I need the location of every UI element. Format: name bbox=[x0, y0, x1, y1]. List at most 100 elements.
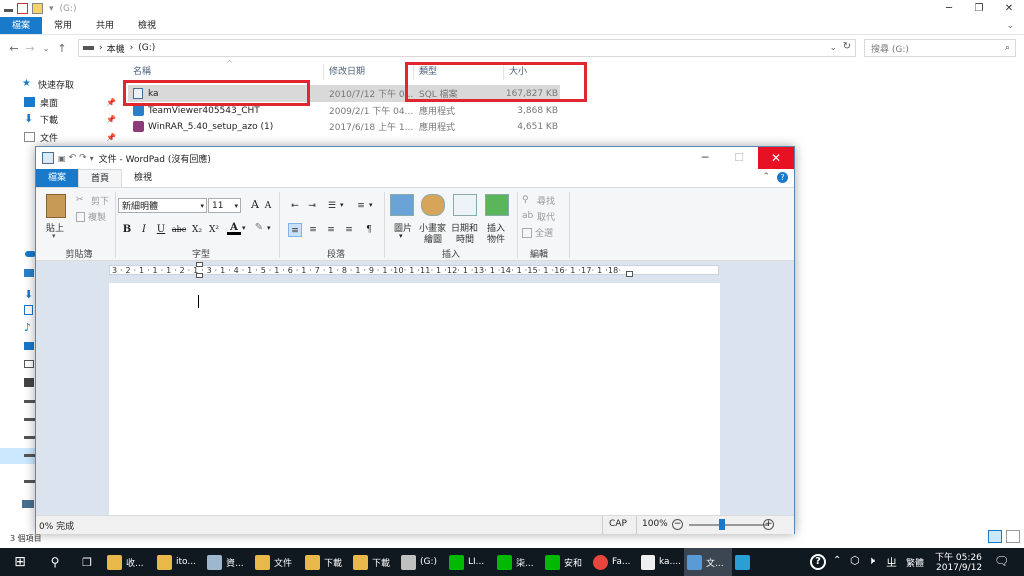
bullets-icon[interactable]: ☰ bbox=[325, 199, 339, 213]
select-all-button[interactable]: 全選 bbox=[522, 226, 553, 239]
search-icon[interactable]: ⌕ bbox=[1005, 43, 1010, 53]
cut-button[interactable]: ✂ 剪下 bbox=[76, 194, 109, 208]
tiles-view-icon[interactable] bbox=[1006, 530, 1020, 543]
network-icon[interactable] bbox=[22, 500, 34, 508]
pin-icon[interactable]: 📌 bbox=[106, 98, 116, 107]
breadcrumb-drive[interactable]: (G:) bbox=[138, 43, 155, 53]
strikethrough-icon[interactable]: abc bbox=[171, 223, 187, 237]
align-right-icon[interactable]: ≡ bbox=[324, 223, 338, 237]
justify-icon[interactable]: ≡ bbox=[342, 223, 356, 237]
document-page[interactable] bbox=[109, 283, 720, 515]
taskbar-item[interactable]: LI... bbox=[446, 548, 494, 576]
chevron-down-icon[interactable]: ▾ bbox=[49, 4, 54, 14]
help-icon[interactable]: ? bbox=[777, 172, 788, 183]
column-name[interactable]: 名稱 bbox=[133, 64, 151, 80]
task-view-icon[interactable]: ❐ bbox=[70, 548, 104, 576]
ribbon-expand-icon[interactable]: ⌄ bbox=[1006, 17, 1014, 35]
search-input[interactable]: 搜尋 (G:) ⌕ bbox=[864, 39, 1016, 57]
video-icon[interactable] bbox=[24, 378, 34, 387]
pc-icon[interactable] bbox=[24, 269, 34, 277]
taskbar-item[interactable]: 下載 bbox=[350, 548, 398, 576]
font-size-select[interactable]: 11 ▾ bbox=[208, 198, 241, 213]
documents-icon[interactable] bbox=[24, 305, 33, 315]
paint-icon[interactable] bbox=[421, 194, 445, 216]
ime-indicator[interactable]: 繁體 bbox=[906, 556, 924, 569]
superscript-icon[interactable]: X² bbox=[207, 223, 221, 237]
underline-icon[interactable]: U bbox=[154, 223, 168, 237]
redo-icon[interactable]: ↷ bbox=[79, 153, 87, 163]
chevron-down-icon[interactable]: ▾ bbox=[369, 201, 373, 209]
chevron-down-icon[interactable]: ▾ bbox=[340, 201, 344, 209]
column-divider[interactable] bbox=[323, 64, 324, 80]
restore-button[interactable]: ❐ bbox=[964, 0, 994, 17]
text-color-icon[interactable]: A bbox=[227, 221, 241, 235]
italic-icon[interactable]: I bbox=[137, 223, 151, 237]
sidebar-item-documents[interactable]: 文件 📌 bbox=[24, 129, 116, 145]
indent-marker[interactable] bbox=[196, 262, 203, 267]
paste-chevron-icon[interactable]: ▾ bbox=[52, 232, 56, 240]
drive-icon[interactable] bbox=[24, 480, 35, 483]
drive-icon[interactable] bbox=[24, 436, 35, 439]
network-icon[interactable]: ⬡ bbox=[850, 554, 860, 567]
taskbar-item[interactable]: 收... bbox=[104, 548, 154, 576]
right-indent-marker[interactable] bbox=[626, 271, 633, 277]
taskbar-item[interactable]: ito... bbox=[154, 548, 204, 576]
chevron-down-icon[interactable]: ▾ bbox=[242, 224, 246, 232]
sidebar-item-quick-access[interactable]: ★ 快速存取 bbox=[22, 76, 74, 92]
tab-view[interactable]: 檢視 bbox=[122, 169, 164, 187]
taskbar-item[interactable]: ka.... bbox=[638, 548, 684, 576]
highlight-color-icon[interactable]: ✎ bbox=[252, 221, 266, 235]
taskbar-item-wordpad[interactable]: 文... bbox=[684, 548, 732, 576]
zoom-out-icon[interactable]: − bbox=[672, 519, 683, 530]
subscript-icon[interactable]: X₂ bbox=[190, 223, 204, 237]
calendar-icon[interactable] bbox=[453, 194, 477, 216]
file-row-winrar[interactable]: WinRAR_5.40_setup_azo (1) 2017/6/18 上午 1… bbox=[128, 118, 560, 135]
taskbar-item[interactable]: 安和 bbox=[542, 548, 590, 576]
help-icon[interactable]: ? bbox=[810, 554, 826, 570]
indent-marker[interactable] bbox=[196, 273, 203, 278]
close-button[interactable]: ✕ bbox=[758, 147, 794, 169]
forward-arrow-icon[interactable]: → bbox=[22, 42, 38, 55]
zoom-in-icon[interactable]: + bbox=[763, 519, 774, 530]
taskbar-item[interactable]: 資... bbox=[204, 548, 252, 576]
paste-icon[interactable] bbox=[46, 194, 66, 218]
picture-button[interactable]: 圖片 bbox=[394, 221, 412, 234]
copy-button[interactable]: 複製 bbox=[76, 210, 106, 223]
picture-icon[interactable] bbox=[390, 194, 414, 216]
undo-icon[interactable]: ↶ bbox=[69, 153, 77, 163]
start-icon[interactable]: ⊞ bbox=[0, 548, 40, 576]
tab-file[interactable]: 檔案 bbox=[36, 169, 79, 187]
clock-date[interactable]: 2017/9/12 bbox=[936, 563, 982, 573]
zoom-slider[interactable] bbox=[689, 524, 769, 526]
taskbar-item[interactable]: Fa... bbox=[590, 548, 638, 576]
zoom-slider-thumb[interactable] bbox=[719, 519, 725, 530]
tab-view[interactable]: 檢視 bbox=[126, 17, 168, 34]
clock-time[interactable]: 下午 05:26 bbox=[935, 550, 982, 563]
minimize-button[interactable]: ─ bbox=[688, 147, 722, 169]
tab-home[interactable]: 首頁 bbox=[78, 169, 123, 187]
breadcrumb-pc[interactable]: 本機 bbox=[107, 42, 125, 55]
save-icon[interactable]: ▣ bbox=[58, 154, 66, 163]
music-icon[interactable]: ♪ bbox=[24, 321, 31, 334]
taskbar-item[interactable] bbox=[732, 548, 760, 576]
tab-share[interactable]: 共用 bbox=[84, 17, 126, 34]
details-view-icon[interactable] bbox=[988, 530, 1002, 543]
chevron-down-icon[interactable]: ▾ bbox=[267, 224, 271, 232]
pictures-icon[interactable] bbox=[24, 360, 34, 368]
address-dropdown-icon[interactable]: ⌄ bbox=[829, 43, 837, 53]
font-family-select[interactable]: 新細明體 ▾ bbox=[118, 198, 207, 213]
sidebar-item-downloads[interactable]: ⬇ 下載 📌 bbox=[24, 111, 116, 127]
line-spacing-icon[interactable]: ≡ bbox=[354, 199, 368, 213]
find-button[interactable]: ⚲ 尋找 bbox=[522, 194, 555, 208]
pin-icon[interactable]: 📌 bbox=[106, 133, 116, 142]
chevron-up-icon[interactable]: ⌃ bbox=[833, 555, 841, 566]
shrink-font-icon[interactable]: A bbox=[261, 199, 275, 213]
increase-indent-icon[interactable]: ⇥ bbox=[305, 199, 319, 213]
drive-icon[interactable] bbox=[24, 418, 35, 421]
taskbar-item[interactable]: 文件 bbox=[252, 548, 302, 576]
notification-icon[interactable]: 🗨 bbox=[994, 554, 1009, 568]
insert-object-icon[interactable] bbox=[485, 194, 509, 216]
new-folder-icon[interactable] bbox=[32, 3, 43, 14]
paragraph-icon[interactable]: ¶ bbox=[362, 223, 376, 237]
back-arrow-icon[interactable]: ← bbox=[6, 42, 22, 55]
